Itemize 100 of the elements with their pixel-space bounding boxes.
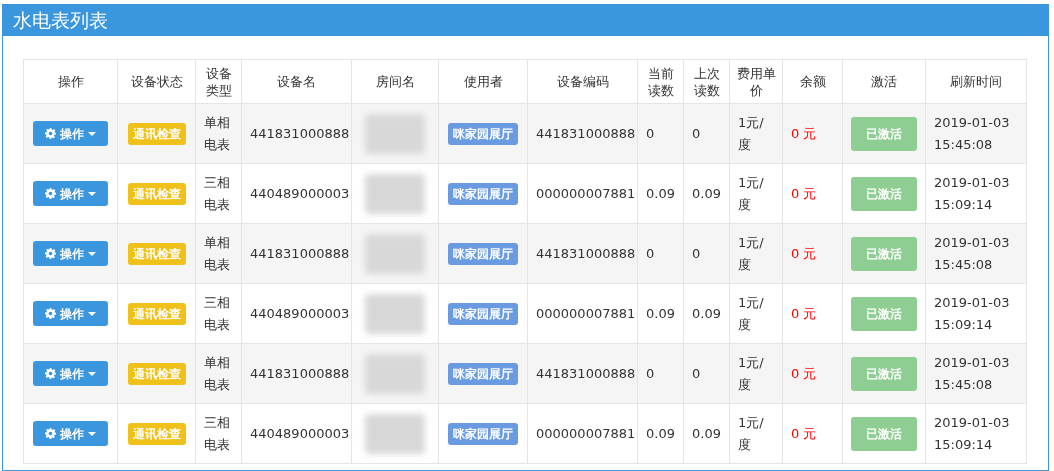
- table-cell: 2019-01-03 15:45:08: [925, 343, 1027, 404]
- table-cell: 0.09: [637, 403, 684, 464]
- status-badge: 通讯检查: [127, 362, 186, 385]
- blurred-block: [365, 233, 425, 274]
- table-cell: 0.09: [683, 403, 730, 464]
- action-dropdown-button[interactable]: 操作: [33, 361, 108, 386]
- blurred-block: [365, 353, 425, 394]
- gear-icon: [45, 428, 56, 439]
- action-dropdown-button[interactable]: 操作: [33, 421, 108, 446]
- table-cell: 441831000888: [241, 343, 352, 404]
- caret-icon: [88, 311, 96, 316]
- column-header: 当前读数: [637, 59, 684, 104]
- activated-button[interactable]: 已激活: [851, 236, 917, 271]
- column-header: 余额: [782, 59, 843, 104]
- action-dropdown-button[interactable]: 操作: [33, 181, 108, 206]
- activated-button[interactable]: 已激活: [851, 176, 917, 211]
- table-cell: 1元/度: [729, 403, 783, 464]
- table-cell: 000000007881: [527, 283, 638, 344]
- table-cell: 1元/度: [729, 343, 783, 404]
- table-cell: 441831000888: [527, 343, 638, 404]
- column-header: 费用单价: [729, 59, 783, 104]
- table-cell: 0 元: [782, 283, 843, 344]
- table-cell: 000000007881: [527, 163, 638, 224]
- table-cell: 2019-01-03 15:09:14: [925, 283, 1027, 344]
- activated-button[interactable]: 已激活: [851, 416, 917, 451]
- blurred-block: [365, 173, 425, 214]
- table-cell: 0: [683, 103, 730, 164]
- table-cell: 三相电表: [195, 283, 242, 344]
- table-cell: 0: [683, 223, 730, 284]
- table-cell: 0 元: [782, 163, 843, 224]
- caret-icon: [88, 191, 96, 196]
- status-badge: 通讯检查: [127, 122, 186, 145]
- gear-icon: [45, 128, 56, 139]
- column-header: 刷新时间: [925, 59, 1027, 104]
- table-cell: 0: [637, 103, 684, 164]
- status-badge: 通讯检查: [127, 422, 186, 445]
- gear-icon: [45, 368, 56, 379]
- blurred-block: [365, 413, 425, 454]
- table-cell: 0.09: [683, 283, 730, 344]
- table-cell: 441831000888: [527, 103, 638, 164]
- status-badge: 通讯检查: [127, 242, 186, 265]
- user-tag: 咪家园展厅: [448, 122, 518, 145]
- user-tag: 咪家园展厅: [448, 422, 518, 445]
- table-cell: 0 元: [782, 103, 843, 164]
- table-cell: 1元/度: [729, 103, 783, 164]
- caret-icon: [88, 371, 96, 376]
- table-cell: 0: [637, 223, 684, 284]
- blurred-block: [365, 293, 425, 334]
- activated-button[interactable]: 已激活: [851, 356, 917, 391]
- table-cell: 2019-01-03 15:45:08: [925, 223, 1027, 284]
- panel-title: 水电表列表: [13, 8, 108, 34]
- table-cell: 2019-01-03 15:09:14: [925, 403, 1027, 464]
- column-header: 设备状态: [117, 59, 196, 104]
- gear-icon: [45, 188, 56, 199]
- table-cell: 0: [683, 343, 730, 404]
- table-cell: 2019-01-03 15:09:14: [925, 163, 1027, 224]
- table-cell: 000000007881: [527, 403, 638, 464]
- blurred-block: [365, 113, 425, 154]
- column-header: 房间名: [351, 59, 439, 104]
- activated-button[interactable]: 已激活: [851, 116, 917, 151]
- table-cell: 441831000888: [527, 223, 638, 284]
- table-cell: 三相电表: [195, 163, 242, 224]
- action-dropdown-button[interactable]: 操作: [33, 301, 108, 326]
- gear-icon: [45, 248, 56, 259]
- table-cell: 440489000003: [241, 283, 352, 344]
- table-cell: 0.09: [637, 283, 684, 344]
- column-header: 设备编码: [527, 59, 638, 104]
- table-cell: 2019-01-03 15:45:08: [925, 103, 1027, 164]
- table-cell: 441831000888: [241, 223, 352, 284]
- action-dropdown-button[interactable]: 操作: [33, 121, 108, 146]
- table-cell: 0 元: [782, 403, 843, 464]
- user-tag: 咪家园展厅: [448, 362, 518, 385]
- column-header: 使用者: [438, 59, 528, 104]
- column-header: 激活: [842, 59, 926, 104]
- table-cell: 0 元: [782, 343, 843, 404]
- activated-button[interactable]: 已激活: [851, 296, 917, 331]
- user-tag: 咪家园展厅: [448, 242, 518, 265]
- status-badge: 通讯检查: [127, 182, 186, 205]
- table-cell: 440489000003: [241, 163, 352, 224]
- table-cell: 0 元: [782, 223, 843, 284]
- action-dropdown-button[interactable]: 操作: [33, 241, 108, 266]
- table-cell: 单相电表: [195, 103, 242, 164]
- table-cell: 440489000003: [241, 403, 352, 464]
- caret-icon: [88, 251, 96, 256]
- user-tag: 咪家园展厅: [448, 182, 518, 205]
- column-header: 设备名: [241, 59, 352, 104]
- caret-icon: [88, 431, 96, 436]
- user-tag: 咪家园展厅: [448, 302, 518, 325]
- table-cell: 1元/度: [729, 223, 783, 284]
- column-header: 上次读数: [683, 59, 730, 104]
- table-cell: 单相电表: [195, 223, 242, 284]
- table-cell: 0.09: [683, 163, 730, 224]
- table-cell: 0.09: [637, 163, 684, 224]
- column-header: 设备类型: [195, 59, 242, 104]
- table-cell: 1元/度: [729, 283, 783, 344]
- table-cell: 0: [637, 343, 684, 404]
- table-cell: 三相电表: [195, 403, 242, 464]
- table-cell: 441831000888: [241, 103, 352, 164]
- table-cell: 1元/度: [729, 163, 783, 224]
- caret-icon: [88, 131, 96, 136]
